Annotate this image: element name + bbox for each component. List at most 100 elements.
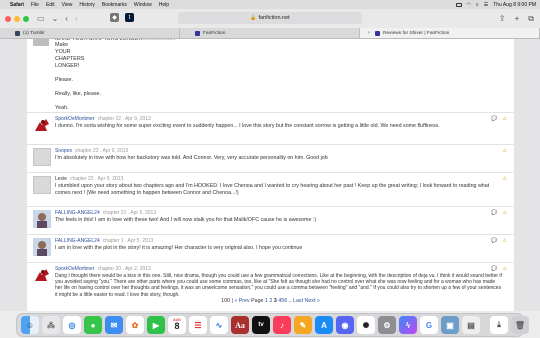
reply-icon[interactable]: 💬: [491, 210, 497, 216]
reviewer-name[interactable]: FALLING-ANGEL24: [55, 238, 100, 244]
review-meta: chapter 22 . Apr 9, 2013: [97, 116, 151, 122]
fanfiction-favicon-icon: [195, 30, 200, 36]
tab-fanfiction[interactable]: FanFiction: [180, 28, 360, 38]
music-icon[interactable]: ♪: [273, 316, 291, 334]
share-icon[interactable]: ⇪: [499, 14, 506, 24]
shield-icon[interactable]: ◆: [110, 13, 119, 22]
reviewer-name[interactable]: FALLING-ANGEL24: [55, 210, 100, 216]
tab-reviews[interactable]: × Reviews for Shiver | FanFiction: [360, 28, 540, 38]
messenger-icon[interactable]: ϟ: [399, 316, 417, 334]
tab-bar: (1) Tumblr FanFiction × Reviews for Shiv…: [0, 28, 540, 39]
reminders-icon[interactable]: ☰: [189, 316, 207, 334]
menu-window[interactable]: Window: [134, 2, 152, 8]
pagination: 100 | « Prev Page 1 2 3 456 .. Last Next…: [221, 298, 320, 304]
page-viewport: MAKE YOUR CHAPTERS LONGER!!!!!!!!!!!!!!!…: [0, 39, 540, 311]
tab-group-chevron-icon[interactable]: ⌄: [52, 14, 59, 23]
back-arrow-icon[interactable]: ‹: [65, 14, 68, 23]
launchpad-icon[interactable]: ⁂: [42, 316, 60, 334]
close-window-icon[interactable]: [5, 15, 11, 22]
safari-icon[interactable]: ◎: [63, 316, 81, 334]
trash-icon[interactable]: 🗑: [511, 316, 529, 334]
dictionary-icon[interactable]: Aa: [231, 316, 249, 334]
minimize-window-icon[interactable]: [14, 15, 20, 22]
review-item: SporkOeMortimer chapter 20 . Apr 2, 2013 …: [27, 262, 514, 298]
reviewer-name[interactable]: SporkOeMortimer: [55, 266, 94, 272]
review-count: 100: [221, 298, 230, 304]
report-icon[interactable]: ⚠: [503, 148, 507, 154]
freeform-icon[interactable]: ∿: [210, 316, 228, 334]
photos-icon[interactable]: ✿: [126, 316, 144, 334]
dock: ☺ ⁂ ◎ ● ✉ ✿ ▶ AUG 8 ☰ ∿ Aa tv ♪ ✎ A ◉ ✺ …: [16, 313, 529, 337]
review-item: Lexie chapter 22 . Apr 9, 2013 I stumbled…: [27, 172, 514, 206]
current-page: 3: [273, 298, 277, 304]
prev-page-link[interactable]: « Prev: [234, 298, 249, 304]
pages-icon[interactable]: ✎: [294, 316, 312, 334]
reply-icon[interactable]: 💬: [491, 238, 497, 244]
new-tab-icon[interactable]: +: [515, 14, 520, 24]
menu-history[interactable]: History: [79, 2, 95, 8]
menu-view[interactable]: View: [62, 2, 73, 8]
facetime-icon[interactable]: ▶: [147, 316, 165, 334]
reply-icon[interactable]: 💬: [491, 116, 497, 122]
finder-icon[interactable]: ☺: [21, 316, 39, 334]
review-text: The feels in this! I am in love with the…: [55, 217, 317, 223]
next-page-link[interactable]: Next »: [305, 298, 320, 304]
tumblr-icon[interactable]: t: [125, 13, 134, 22]
review-item: SporkOeMortimer chapter 22 . Apr 9, 2013 …: [27, 112, 514, 144]
avatar: [33, 39, 49, 46]
avatar: [33, 176, 51, 194]
review-meta: chapter 21 . Apr 5, 2013: [102, 210, 157, 216]
menu-help[interactable]: Help: [159, 2, 169, 8]
search-spotlight-icon[interactable]: ⌕: [476, 2, 479, 8]
preview-icon[interactable]: ▣: [441, 316, 459, 334]
menu-bookmarks[interactable]: Bookmarks: [102, 2, 127, 8]
chrome-icon[interactable]: G: [420, 316, 438, 334]
tab-tumblr[interactable]: (1) Tumblr: [0, 28, 180, 38]
report-icon[interactable]: ⚠: [503, 210, 507, 216]
tab-overview-icon[interactable]: ⧉: [528, 14, 534, 24]
menu-datetime[interactable]: Thu Aug 8 9:00 PM: [493, 2, 536, 8]
address-bar[interactable]: 🔒 fanfiction.net: [178, 12, 362, 24]
forward-arrow-icon[interactable]: ›: [75, 14, 78, 23]
reviewer-name[interactable]: Snopes: [55, 148, 72, 154]
calendar-icon[interactable]: AUG 8: [168, 316, 186, 334]
page-link-1[interactable]: 1: [265, 298, 268, 304]
menu-edit[interactable]: Edit: [46, 2, 55, 8]
discord-icon[interactable]: ◉: [336, 316, 354, 334]
review-meta: chapter 20 . Apr 2, 2013: [97, 266, 151, 272]
review-header: FALLING-ANGEL24 chapter 1 . Apr 5, 2013: [55, 238, 153, 244]
report-icon[interactable]: ⚠: [503, 116, 507, 122]
menu-file[interactable]: File: [31, 2, 39, 8]
review-meta: chapter 22 . Apr 9, 2013: [69, 176, 124, 182]
app-store-icon[interactable]: A: [315, 316, 333, 334]
menu-app-name[interactable]: Safari: [10, 2, 24, 8]
notes-icon[interactable]: ▤: [462, 316, 480, 334]
last-page-link[interactable]: Last: [293, 298, 303, 304]
sidebar-toggle-icon[interactable]: ▭: [37, 14, 45, 23]
apple-tv-icon[interactable]: tv: [252, 316, 270, 334]
page-link-2[interactable]: 2: [269, 298, 272, 304]
maximize-window-icon[interactable]: [23, 15, 29, 22]
reply-icon[interactable]: 💬: [491, 266, 497, 272]
messages-icon[interactable]: ●: [84, 316, 102, 334]
review-meta: chapter 1 . Apr 5, 2013: [102, 238, 154, 244]
mail-icon[interactable]: ✉: [105, 316, 123, 334]
review-line: Yeah.: [55, 105, 69, 111]
address-text: fanfiction.net: [258, 15, 290, 21]
page-link-6[interactable]: 6: [284, 298, 287, 304]
downloads-folder-icon[interactable]: ⤓: [490, 316, 508, 334]
tumblr-favicon-icon: [15, 30, 20, 36]
control-center-icon[interactable]: ☰: [484, 2, 488, 8]
wifi-icon[interactable]: ◠: [467, 2, 471, 8]
report-icon[interactable]: ⚠: [503, 176, 507, 182]
review-actions: 💬 ⚠: [491, 116, 507, 122]
tab-label: (1) Tumblr: [23, 30, 45, 36]
reviews-content: MAKE YOUR CHAPTERS LONGER!!!!!!!!!!!!!!!…: [27, 39, 514, 311]
report-icon[interactable]: ⚠: [503, 238, 507, 244]
system-settings-icon[interactable]: ⚙: [378, 316, 396, 334]
battery-icon[interactable]: [455, 2, 462, 7]
report-icon[interactable]: ⚠: [503, 266, 507, 272]
chatgpt-icon[interactable]: ✺: [357, 316, 375, 334]
close-tab-icon[interactable]: ×: [366, 31, 372, 36]
reviewer-name[interactable]: SporkOeMortimer: [55, 116, 94, 122]
